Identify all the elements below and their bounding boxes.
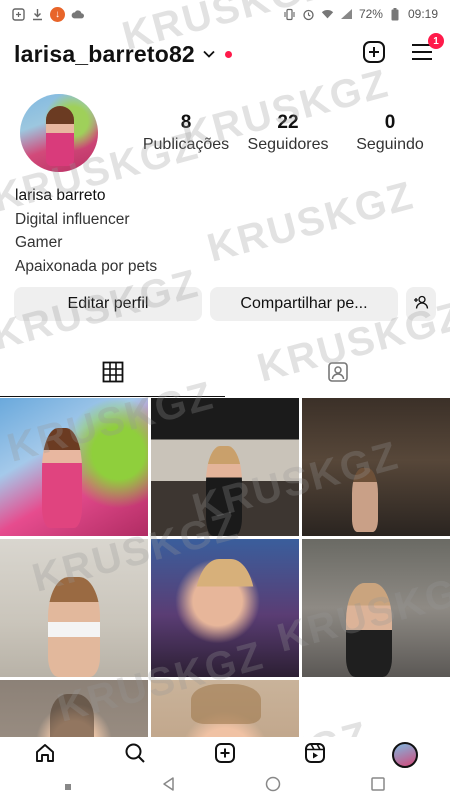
menu-badge: 1 <box>428 33 444 49</box>
post-thumbnail[interactable] <box>302 398 450 536</box>
profile-avatar <box>392 742 418 768</box>
status-left: ↓ <box>12 6 84 22</box>
cloud-icon <box>71 8 84 21</box>
stat-label: Publicações <box>142 136 230 153</box>
stat-followers[interactable]: 22 Seguidores <box>240 112 336 154</box>
avatar[interactable] <box>20 94 98 172</box>
post-grid <box>0 398 450 738</box>
system-nav <box>0 773 450 800</box>
overview-icon[interactable] <box>370 776 386 797</box>
status-bar: ↓ 72% 09:19 <box>0 0 450 28</box>
profile-stats: 8 Publicações 22 Seguidores 0 Seguindo <box>138 112 438 154</box>
grid-icon <box>102 361 124 388</box>
post-thumbnail[interactable] <box>151 398 299 536</box>
bio: larisa barreto Digital influencer Gamer … <box>15 184 157 278</box>
stat-following[interactable]: 0 Seguindo <box>342 112 438 154</box>
bio-line: Digital influencer <box>15 210 130 228</box>
battery-icon <box>389 7 402 21</box>
post-thumbnail[interactable] <box>0 539 148 677</box>
bottom-nav <box>0 737 450 773</box>
share-profile-button[interactable]: Compartilhar pe... <box>210 287 398 321</box>
nav-create[interactable] <box>203 737 247 773</box>
battery-percent: 72% <box>358 7 383 21</box>
download-badge-icon: ↓ <box>50 6 65 22</box>
post-thumbnail[interactable] <box>0 398 148 536</box>
new-post-button[interactable] <box>360 40 388 68</box>
post-thumbnail[interactable] <box>302 539 450 677</box>
notification-dot <box>224 50 232 58</box>
tab-grid[interactable] <box>0 351 225 397</box>
vibrate-icon <box>283 8 296 21</box>
stat-value: 0 <box>384 112 396 133</box>
watermark: KRUSKGZ <box>202 173 419 271</box>
download-icon <box>31 8 44 21</box>
tagged-icon <box>327 361 349 388</box>
post-thumbnail[interactable] <box>0 680 148 738</box>
bio-line: Apaixonada por pets <box>15 257 158 275</box>
new-post-icon <box>362 40 386 69</box>
bio-line: Gamer <box>15 234 63 251</box>
chevron-down-icon[interactable] <box>203 50 215 58</box>
profile-actions: Editar perfil Compartilhar pe... <box>14 287 436 321</box>
create-icon <box>214 742 236 769</box>
post-thumbnail[interactable] <box>151 539 299 677</box>
edit-profile-button[interactable]: Editar perfil <box>14 287 202 321</box>
screenshot-icon <box>12 7 25 21</box>
alarm-icon <box>302 8 315 21</box>
post-thumbnail[interactable] <box>151 680 299 738</box>
discover-people-button[interactable] <box>406 287 436 321</box>
status-right: 72% 09:19 <box>283 7 438 21</box>
display-name: larisa barreto <box>15 187 106 204</box>
clock: 09:19 <box>407 7 438 21</box>
stat-label: Seguindo <box>356 136 424 153</box>
home-icon <box>34 742 56 769</box>
recent-apps-icon[interactable] <box>64 778 72 796</box>
content-tabs <box>0 351 450 397</box>
wifi-icon <box>321 8 334 21</box>
tab-tagged[interactable] <box>225 351 450 397</box>
profile-section: 8 Publicações 22 Seguidores 0 Seguindo <box>0 92 450 182</box>
nav-profile[interactable] <box>383 737 427 773</box>
signal-icon <box>340 8 353 21</box>
stat-value: 22 <box>277 112 299 133</box>
empty-grid-cell <box>302 680 450 738</box>
back-icon[interactable] <box>161 776 177 797</box>
username[interactable]: larisa_barreto82 <box>14 41 195 68</box>
nav-home[interactable] <box>23 737 67 773</box>
add-person-icon <box>413 295 429 314</box>
search-icon <box>124 742 146 769</box>
stat-posts[interactable]: 8 Publicações <box>138 112 234 154</box>
home-circle-icon[interactable] <box>265 776 281 797</box>
stat-label: Seguidores <box>247 136 329 153</box>
reels-icon <box>304 742 326 769</box>
stat-value: 8 <box>180 112 192 133</box>
nav-search[interactable] <box>113 737 157 773</box>
menu-button[interactable]: 1 <box>408 33 444 68</box>
header-actions: 1 <box>360 33 444 68</box>
nav-reels[interactable] <box>293 737 337 773</box>
profile-header: larisa_barreto82 1 <box>0 33 450 74</box>
